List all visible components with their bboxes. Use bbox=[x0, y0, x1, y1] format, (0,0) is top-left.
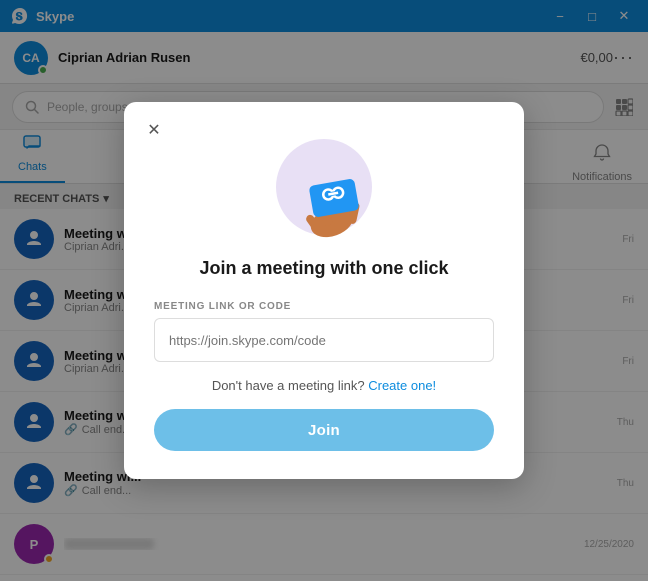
meeting-link-label: MEETING LINK OR CODE bbox=[154, 301, 291, 312]
meeting-illustration bbox=[269, 132, 379, 242]
modal: ✕ bbox=[124, 102, 524, 479]
join-button[interactable]: Join bbox=[154, 409, 494, 451]
modal-close-button[interactable]: ✕ bbox=[140, 116, 168, 144]
overlay: ✕ bbox=[0, 0, 648, 581]
create-text: Don't have a meeting link? Create one! bbox=[212, 378, 436, 393]
meeting-link-input[interactable] bbox=[154, 318, 494, 362]
create-link[interactable]: Create one! bbox=[368, 378, 436, 393]
modal-title: Join a meeting with one click bbox=[199, 258, 448, 279]
